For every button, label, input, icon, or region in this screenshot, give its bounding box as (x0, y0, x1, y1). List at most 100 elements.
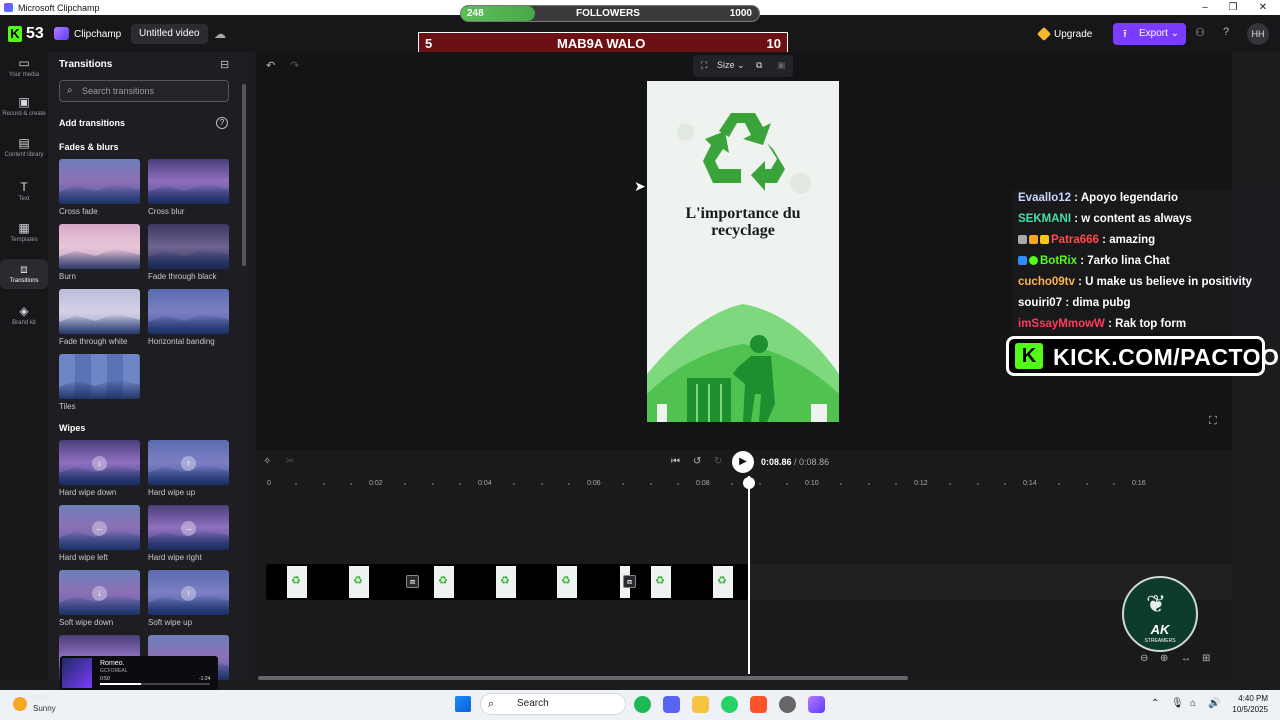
rail-item-record-create[interactable]: ▣ Record & create (0, 95, 48, 117)
search-box[interactable]: ⌕ (59, 80, 229, 102)
video-canvas[interactable]: L'importance du recyclage (647, 81, 839, 422)
section-wipes-heading: Wipes (59, 423, 86, 433)
transition-soft-wipe-up[interactable]: ↑ Soft wipe up (148, 570, 229, 627)
rail-item-text[interactable]: T Text (0, 180, 48, 202)
templates-icon: ▦ (18, 221, 30, 235)
avatar[interactable]: HH (1247, 23, 1269, 45)
video-title-field[interactable]: Untitled video (131, 24, 208, 44)
cloud-sync-icon[interactable]: ☁ (214, 27, 230, 41)
windows-start-icon[interactable] (455, 696, 471, 712)
obs-icon[interactable] (779, 696, 796, 713)
chevron-down-icon: ⌄ (1170, 28, 1180, 39)
panel-scrollbar[interactable] (242, 84, 246, 266)
transition-tiles[interactable]: Tiles (59, 354, 140, 411)
brave-icon[interactable] (750, 696, 767, 713)
file-explorer-icon[interactable] (692, 696, 709, 713)
whatsapp-icon[interactable] (721, 696, 738, 713)
transition-cross-fade[interactable]: Cross fade (59, 159, 140, 216)
phoenix-icon: ❦ (1146, 591, 1167, 618)
collapse-panel-icon[interactable]: ⊟ (220, 58, 229, 71)
kick-logo-icon: K (1015, 343, 1043, 369)
ruler-tick (1085, 483, 1088, 485)
transition-marker-icon[interactable]: ⧈ (623, 575, 636, 588)
playhead[interactable] (748, 476, 750, 674)
pip-icon[interactable]: ⧉ (756, 60, 762, 71)
rail-item-content-library[interactable]: ▤ Content library (0, 136, 48, 158)
undo-icon[interactable]: ↶ (266, 59, 275, 72)
timeline-scrollbar[interactable] (258, 676, 908, 680)
maximize-button[interactable]: ❐ (1218, 0, 1248, 15)
arrow-up-icon: ↑ (181, 586, 196, 601)
weather-condition: Sunny (33, 704, 56, 713)
taskbar-clock[interactable]: 4:40 PM 10/5/2025 (1226, 693, 1268, 715)
timeline-layout-icon[interactable]: ⊞ (1202, 653, 1210, 664)
transition-fade-through-black[interactable]: Fade through black (148, 224, 229, 281)
ruler-label: 0:08 (696, 480, 710, 487)
arrow-up-icon: ↑ (181, 456, 196, 471)
magic-edit-icon[interactable]: ✧ (263, 456, 271, 467)
premium-gem-icon (1036, 26, 1052, 42)
left-rail: ▭ Your media ▣ Record & create ▤ Content li… (0, 52, 48, 680)
export-button[interactable]: ⭱ Export ⌄ (1113, 23, 1186, 45)
crown-icon (1040, 235, 1049, 244)
volume-icon[interactable]: 🔊 (1208, 698, 1220, 709)
network-icon[interactable]: ⌂ (1190, 698, 1196, 709)
upgrade-button[interactable]: Upgrade (1036, 24, 1092, 44)
transition-fade-through-white[interactable]: Fade through white (59, 289, 140, 346)
music-miniplayer[interactable]: Romeo. GCFOREAL 0:50 -1:24 (60, 656, 218, 690)
ruler-tick (1112, 483, 1115, 485)
close-button[interactable]: ✕ (1248, 0, 1278, 15)
rail-item-transitions[interactable]: ⧈ Transitions (0, 259, 48, 289)
redo-icon[interactable]: ↷ (290, 59, 299, 72)
ruler-tick (431, 483, 434, 485)
recycling-illustration (647, 304, 839, 422)
split-icon[interactable]: ✂ (286, 456, 294, 467)
microphone-icon[interactable]: 🎙 (1171, 698, 1184, 709)
clip-thumbnail (434, 566, 454, 598)
followers-label: FOLLOWERS (576, 8, 640, 19)
export-label: Export (1139, 28, 1168, 39)
transition-horizontal-banding[interactable]: Horizontal banding (148, 289, 229, 346)
transitions-panel: Transitions ⊟ ⌕ Add transitions ? Fades … (48, 52, 248, 680)
transition-hard-wipe-down[interactable]: ↓ Hard wipe down (59, 440, 140, 497)
rail-item-your-media[interactable]: ▭ Your media (0, 56, 48, 78)
transition-hard-wipe-up[interactable]: ↑ Hard wipe up (148, 440, 229, 497)
share-icon[interactable]: ⚇ (1192, 26, 1208, 42)
transition-hard-wipe-left[interactable]: ← Hard wipe left (59, 505, 140, 562)
rail-item-templates[interactable]: ▦ Templates (0, 221, 48, 243)
fit-timeline-icon[interactable]: ↔ (1181, 653, 1191, 664)
minimize-button[interactable]: – (1190, 0, 1220, 15)
window-title: Microsoft Clipchamp (18, 2, 100, 13)
skip-back-icon[interactable]: ⏮ (671, 456, 680, 467)
zoom-out-icon[interactable]: ⊖ (1140, 653, 1148, 664)
tray-chevron-icon[interactable]: ⌃ (1151, 698, 1159, 709)
transition-burn[interactable]: Burn (59, 224, 140, 281)
play-button[interactable]: ▶ (732, 451, 754, 473)
clipchamp-taskbar-icon[interactable] (808, 696, 825, 713)
layout-icon[interactable]: ▣ (777, 60, 786, 71)
search-input[interactable] (82, 83, 222, 99)
discord-icon[interactable] (663, 696, 680, 713)
size-dropdown[interactable]: Size (717, 60, 735, 70)
transition-hard-wipe-right[interactable]: → Hard wipe right (148, 505, 229, 562)
help-icon[interactable]: ? (216, 117, 228, 129)
playhead-handle[interactable] (743, 477, 755, 489)
spotify-icon[interactable] (634, 696, 651, 713)
transition-soft-wipe-down[interactable]: ↓ Soft wipe down (59, 570, 140, 627)
sun-icon[interactable] (13, 697, 27, 711)
track-progress[interactable] (100, 683, 210, 685)
rewind-icon[interactable]: ↺ (693, 456, 701, 467)
canvas-title: L'importance du recyclage (685, 205, 801, 239)
search-icon: ⌕ (67, 85, 73, 96)
forward-icon[interactable]: ↻ (714, 456, 722, 467)
transition-marker-icon[interactable]: ⧈ (406, 575, 419, 588)
ruler-tick (785, 483, 788, 485)
fullscreen-icon[interactable]: ⛶ (1209, 415, 1217, 428)
rail-item-brand-kit[interactable]: ◈ Brand kit (0, 304, 48, 326)
taskbar-search[interactable]: ⌕ Search (480, 693, 626, 715)
help-icon[interactable]: ? (1218, 26, 1234, 42)
ruler-tick (567, 483, 570, 485)
zoom-in-icon[interactable]: ⊕ (1160, 653, 1168, 664)
score-overlay: 5 MAB9A WALO 10 (418, 32, 788, 54)
transition-cross-blur[interactable]: Cross blur (148, 159, 229, 216)
